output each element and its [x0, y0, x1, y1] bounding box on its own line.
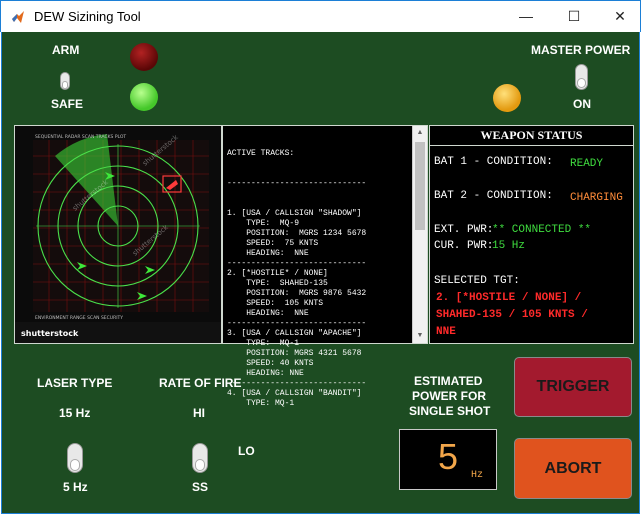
track-line: POSITION: MGRS 1234 5678: [227, 229, 367, 238]
scroll-up-arrow-icon[interactable]: ▲: [413, 126, 427, 140]
master-power-toggle[interactable]: [575, 64, 588, 90]
tracks-header: ACTIVE TRACKS:: [227, 149, 295, 158]
tracks-separator: -----------------------------: [227, 259, 367, 268]
laser-type-15hz-label: 15 Hz: [59, 406, 91, 420]
radar-display: SEQUENTIAL RADAR SCAN TRACKS PLOT ENVIRO…: [14, 125, 222, 344]
track-line: POSITION: MGRS 9876 5432: [227, 289, 367, 298]
track-line: SPEED: 105 KNTS: [227, 299, 324, 308]
laser-type-5hz-label: 5 Hz: [63, 480, 88, 494]
track-line: TYPE: SHAHED-135: [227, 279, 328, 288]
estimated-power-label-3: SINGLE SHOT: [409, 404, 491, 418]
app-body: ARM SAFE MASTER POWER ON SEQUENTIAL RADA…: [1, 32, 640, 514]
window-titlebar: DEW Sizining Tool — ☐ ✕: [0, 0, 641, 32]
tracks-separator: -----------------------------: [227, 319, 367, 328]
track-line: HEADING: NNE: [227, 309, 309, 318]
weapon-status-panel: WEAPON STATUS BAT 1 - CONDITION: READY B…: [429, 125, 634, 344]
radar-watermark: shutterstock: [21, 329, 79, 338]
rate-ss-label: SS: [192, 480, 209, 494]
arm-toggle[interactable]: [60, 72, 70, 90]
rate-of-fire-toggle[interactable]: [192, 443, 208, 473]
power-unit: Hz: [471, 470, 484, 481]
on-label: ON: [573, 97, 591, 111]
active-tracks-list: ACTIVE TRACKS: -------------------------…: [223, 126, 427, 432]
abort-button[interactable]: ABORT: [514, 438, 632, 499]
bat1-label: BAT 1 - CONDITION:: [434, 156, 553, 168]
svg-text:ENVIRONMENT RANGE SCAN SECU: ENVIRONMENT RANGE SCAN SECURITY: [35, 315, 123, 321]
bat1-status: READY: [570, 158, 604, 170]
cur-pwr-value: 15 Hz: [492, 240, 526, 252]
track-line: SPEED: 75 KNTS: [227, 239, 319, 248]
selected-target-line-2: SHAHED-135 / 105 KNTS /: [436, 309, 588, 321]
minimize-button[interactable]: —: [503, 1, 549, 32]
estimated-power-label-2: POWER FOR: [412, 389, 486, 403]
bat2-label: BAT 2 - CONDITION:: [434, 190, 553, 202]
track-line: 3. [USA / CALLSIGN "APACHE"]: [227, 329, 362, 338]
active-tracks-panel[interactable]: ACTIVE TRACKS: -------------------------…: [222, 125, 428, 408]
tracks-separator: -----------------------------: [227, 379, 367, 388]
selected-target-line-1: 2. [*HOSTILE / NONE] /: [436, 292, 582, 304]
cur-pwr-label: CUR. PWR:: [434, 240, 494, 252]
track-line: HEADING: NNE: [227, 369, 304, 378]
power-display: 5 Hz: [399, 429, 497, 490]
safe-green-lamp: [130, 83, 158, 111]
selected-target-label: SELECTED TGT:: [434, 275, 520, 287]
track-line: POSITION: MGRS 4321 5678: [227, 349, 362, 358]
master-power-label: MASTER POWER: [531, 43, 631, 57]
power-value: 5: [438, 436, 459, 477]
radar-scope-image: SEQUENTIAL RADAR SCAN TRACKS PLOT ENVIRO…: [15, 126, 221, 343]
weapon-status-title: WEAPON STATUS: [430, 126, 633, 146]
matlab-app-icon: [12, 11, 24, 23]
track-line: TYPE: MQ-1: [227, 399, 295, 408]
track-line: TYPE: MQ-1: [227, 339, 300, 348]
tracks-separator: -----------------------------: [227, 179, 367, 188]
tracks-scrollbar[interactable]: ▲ ▼: [412, 126, 427, 343]
track-line: TYPE: MQ-9: [227, 219, 300, 228]
maximize-button[interactable]: ☐: [551, 1, 597, 32]
track-line: HEADING: NNE: [227, 249, 309, 258]
scroll-thumb[interactable]: [415, 142, 425, 230]
arm-label: ARM: [52, 43, 80, 57]
track-line: 2. [*HOSTILE* / NONE]: [227, 269, 328, 278]
trigger-button[interactable]: TRIGGER: [514, 357, 632, 417]
close-button[interactable]: ✕: [597, 1, 641, 32]
ext-pwr-label: EXT. PWR:: [434, 224, 494, 236]
laser-type-toggle[interactable]: [67, 443, 83, 473]
track-line: 1. [USA / CALLSIGN "SHADOW"]: [227, 209, 362, 218]
selected-target-line-3: NNE: [436, 326, 456, 338]
rate-hi-label: HI: [193, 406, 205, 420]
arm-red-lamp: [130, 43, 158, 71]
bat2-status: CHARGING: [570, 192, 623, 204]
track-line: SPEED: 40 KNTS: [227, 359, 314, 368]
track-line: 4. [USA / CALLSIGN "BANDIT"]: [227, 389, 362, 398]
rate-lo-label: LO: [238, 444, 255, 458]
safe-label: SAFE: [51, 97, 84, 111]
scroll-down-arrow-icon[interactable]: ▼: [413, 329, 427, 343]
window-title: DEW Sizining Tool: [34, 9, 141, 24]
master-power-amber-lamp: [493, 84, 521, 112]
svg-text:SEQUENTIAL RADAR SCAN TRACK: SEQUENTIAL RADAR SCAN TRACKS PLOT: [35, 134, 126, 140]
laser-type-label: LASER TYPE: [37, 376, 113, 390]
ext-pwr-value: ** CONNECTED **: [492, 224, 592, 236]
estimated-power-label-1: ESTIMATED: [414, 374, 483, 388]
rate-of-fire-label: RATE OF FIRE: [159, 376, 242, 390]
